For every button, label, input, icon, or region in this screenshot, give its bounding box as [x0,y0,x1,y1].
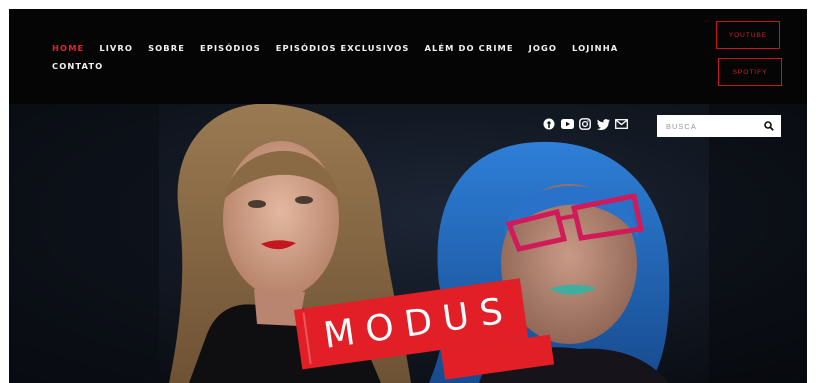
nav-item-contato[interactable]: CONTATO [52,61,103,71]
logo-stripe [302,312,312,365]
top-navbar: HOME LIVRO SOBRE EPISÓDIOS EPISÓDIOS EXC… [9,9,807,104]
nav-item-jogo[interactable]: JOGO [529,43,557,53]
search-icon[interactable] [762,119,776,133]
nav-item-episodios-exclusivos[interactable]: EPISÓDIOS EXCLUSIVOS [276,43,410,53]
main-menu-row-2: CONTATO [52,57,612,75]
page-frame: HOME LIVRO SOBRE EPISÓDIOS EPISÓDIOS EXC… [9,9,807,383]
nav-item-lojinha[interactable]: LOJINHA [572,43,618,53]
mail-icon[interactable] [613,116,629,132]
search-box [657,115,781,137]
youtube-icon[interactable] [559,116,575,132]
nav-item-livro[interactable]: LIVRO [99,43,133,53]
hero-banner: MODUS [9,104,807,383]
spotify-button[interactable]: SPOTIFY [718,58,782,86]
search-input[interactable] [657,115,757,137]
twitter-icon[interactable] [595,116,611,132]
nav-item-home[interactable]: HOME [52,43,84,53]
podcast-icon[interactable] [541,116,557,132]
nav-item-alem-do-crime[interactable]: ALÉM DO CRIME [425,43,514,53]
youtube-button[interactable]: YOUTUBE [716,21,780,49]
main-menu: HOME LIVRO SOBRE EPISÓDIOS EPISÓDIOS EXC… [52,39,617,75]
nav-item-episodios[interactable]: EPISÓDIOS [200,43,261,53]
nav-item-sobre[interactable]: SOBRE [148,43,185,53]
main-menu-row-1: HOME LIVRO SOBRE EPISÓDIOS EPISÓDIOS EXC… [52,39,617,57]
instagram-icon[interactable] [577,116,593,132]
social-icons [541,116,631,132]
